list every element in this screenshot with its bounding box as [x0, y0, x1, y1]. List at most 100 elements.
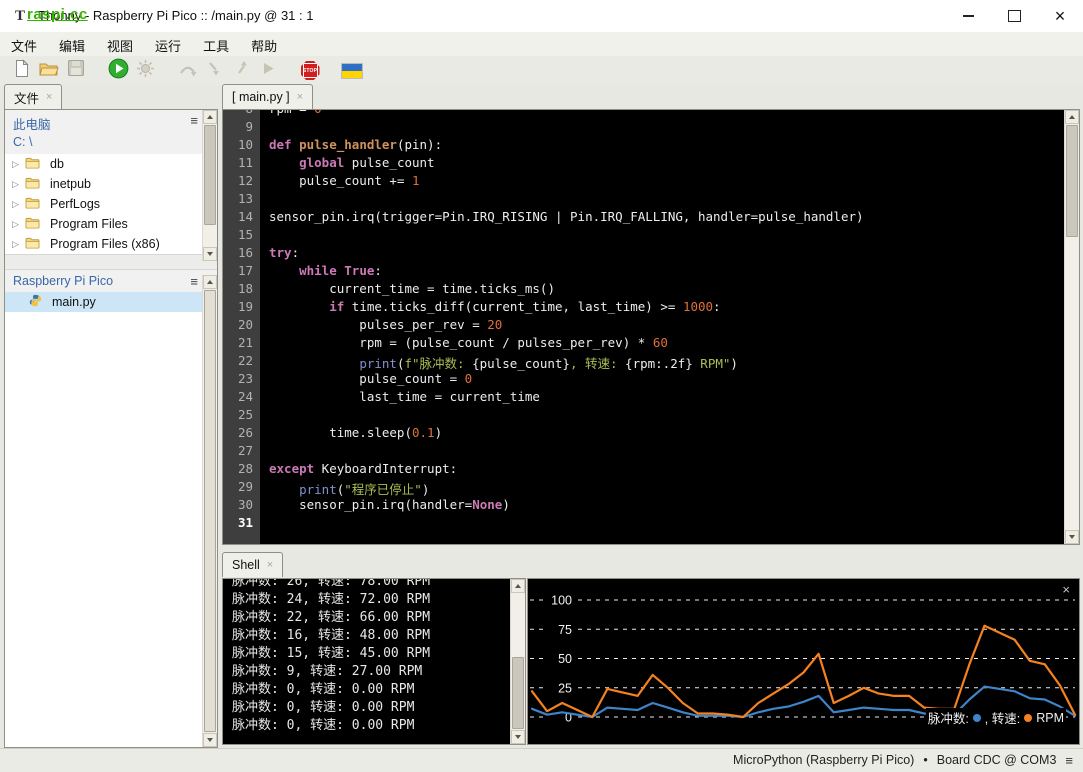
- code-line-11[interactable]: global pulse_count: [260, 155, 1063, 173]
- scroll-down-icon[interactable]: [1065, 530, 1079, 544]
- code-line-19[interactable]: if time.ticks_diff(current_time, last_ti…: [260, 299, 1063, 317]
- open-file-button[interactable]: [37, 59, 61, 83]
- code-line-14[interactable]: sensor_pin.irq(trigger=Pin.IRQ_RISING | …: [260, 209, 1063, 227]
- files-tab[interactable]: 文件 ×: [4, 84, 63, 109]
- scroll-down-icon[interactable]: [511, 730, 525, 744]
- expand-triangle-icon[interactable]: ▷: [12, 239, 25, 250]
- shell-tab[interactable]: Shell ×: [222, 552, 284, 577]
- editor-scrollbar[interactable]: [1064, 110, 1079, 544]
- folder-row-inetpub[interactable]: ▷ inetpub: [5, 174, 217, 194]
- code-line-8[interactable]: rpm = 0: [260, 110, 1063, 119]
- code-line-16[interactable]: try:: [260, 245, 1063, 263]
- current-path[interactable]: C: \: [5, 134, 217, 154]
- shell-output-line: 脉冲数: 16, 转速: 48.00 RPM: [232, 628, 431, 643]
- ukraine-flag-button[interactable]: [340, 59, 364, 83]
- line-number: 17: [237, 263, 253, 278]
- files-menu-icon[interactable]: ≡: [190, 114, 198, 127]
- code-line-13[interactable]: [260, 191, 1063, 209]
- code-line-17[interactable]: while True:: [260, 263, 1063, 281]
- plotter-panel: 0 25 50 75 100 × 脉冲数: , 转速: RPM: [527, 578, 1080, 745]
- menu-item-3[interactable]: 视图: [96, 32, 144, 59]
- folder-name: db: [50, 157, 64, 171]
- folder-row-perflogs[interactable]: ▷ PerfLogs: [5, 194, 217, 214]
- code-line-23[interactable]: pulse_count = 0: [260, 371, 1063, 389]
- shell-scrollbar-thumb[interactable]: [512, 657, 524, 729]
- step-over-button[interactable]: [175, 59, 199, 83]
- plotter-close-icon[interactable]: ×: [1062, 582, 1070, 597]
- menu-item-2[interactable]: 编辑: [48, 32, 96, 59]
- scroll-up-icon[interactable]: [203, 110, 217, 124]
- folder-row-db[interactable]: ▷ db: [5, 154, 217, 174]
- new-file-button[interactable]: [10, 58, 34, 83]
- step-out-button[interactable]: [229, 59, 253, 83]
- menu-item-1[interactable]: 文件: [0, 32, 48, 59]
- code-line-21[interactable]: rpm = (pulse_count / pulses_per_rev) * 6…: [260, 335, 1063, 353]
- editor-scrollbar-thumb[interactable]: [1066, 125, 1078, 237]
- step-into-button[interactable]: [202, 59, 226, 83]
- expand-triangle-icon[interactable]: ▷: [12, 199, 25, 210]
- files-scrollbar[interactable]: [202, 110, 217, 261]
- line-number: 14: [237, 209, 253, 224]
- code-line-12[interactable]: pulse_count += 1: [260, 173, 1063, 191]
- minimize-button[interactable]: [945, 0, 991, 32]
- code-line-30[interactable]: sensor_pin.irq(handler=None): [260, 497, 1063, 515]
- files-scrollbar-thumb[interactable]: [204, 125, 216, 225]
- scroll-up-icon[interactable]: [203, 275, 217, 289]
- code-line-26[interactable]: time.sleep(0.1): [260, 425, 1063, 443]
- toolbar: STOP: [0, 56, 1083, 85]
- line-number: 9: [245, 119, 253, 134]
- interpreter-status[interactable]: MicroPython (Raspberry Pi Pico): [733, 749, 914, 772]
- stop-restart-button[interactable]: STOP: [298, 59, 322, 83]
- code-line-29[interactable]: print("程序已停止"): [260, 479, 1063, 497]
- device-menu-icon[interactable]: ≡: [190, 275, 198, 288]
- device-header: Raspberry Pi Pico ≡: [5, 270, 217, 292]
- code-editor[interactable]: 89 10 11 12 13 14 15 16 17 18 19 20 21 22 23 24 25 26 27 28…: [222, 109, 1080, 545]
- files-tab-close-icon[interactable]: ×: [46, 91, 52, 103]
- close-button[interactable]: ×: [1037, 0, 1083, 32]
- device-scrollbar-thumb[interactable]: [204, 290, 216, 732]
- code-line-25[interactable]: [260, 407, 1063, 425]
- scroll-down-icon[interactable]: [203, 247, 217, 261]
- expand-triangle-icon[interactable]: ▷: [12, 179, 25, 190]
- shell-output[interactable]: 脉冲数: 26, 转速: 78.00 RPM 脉冲数: 24, 转速: 72.00…: [223, 579, 510, 744]
- scroll-up-icon[interactable]: [1065, 110, 1079, 124]
- code-line-27[interactable]: [260, 443, 1063, 461]
- panel-divider[interactable]: [5, 254, 217, 270]
- menu-item-6[interactable]: 帮助: [240, 32, 288, 59]
- code-line-9[interactable]: [260, 119, 1063, 137]
- resume-button[interactable]: [256, 59, 280, 83]
- port-status[interactable]: Board CDC @ COM3: [937, 749, 1057, 772]
- editor-tab-main-py[interactable]: [ main.py ] ×: [222, 84, 314, 109]
- code-line-31[interactable]: [260, 515, 1063, 533]
- window-controls: ×: [945, 0, 1083, 32]
- shell-panel[interactable]: 脉冲数: 26, 转速: 78.00 RPM 脉冲数: 24, 转速: 72.00…: [222, 578, 526, 745]
- menu-item-5[interactable]: 工具: [192, 32, 240, 59]
- scroll-up-icon[interactable]: [511, 579, 525, 593]
- editor-tab-close-icon[interactable]: ×: [297, 91, 303, 103]
- device-scrollbar[interactable]: [202, 275, 217, 747]
- code-line-15[interactable]: [260, 227, 1063, 245]
- code-line-24[interactable]: last_time = current_time: [260, 389, 1063, 407]
- device-file-main-py[interactable]: main.py: [5, 292, 217, 312]
- scroll-down-icon[interactable]: [203, 733, 217, 747]
- code-line-18[interactable]: current_time = time.ticks_ms(): [260, 281, 1063, 299]
- code-line-28[interactable]: except KeyboardInterrupt:: [260, 461, 1063, 479]
- run-script-button[interactable]: [106, 58, 130, 83]
- code-area[interactable]: rpm = 0 def pulse_handler(pin): global p…: [260, 110, 1063, 544]
- code-line-10[interactable]: def pulse_handler(pin):: [260, 137, 1063, 155]
- folder-row-program-files-x86-[interactable]: ▷ Program Files (x86): [5, 234, 217, 254]
- maximize-button[interactable]: [991, 0, 1037, 32]
- folder-icon: [25, 157, 45, 172]
- shell-tab-close-icon[interactable]: ×: [267, 559, 273, 571]
- save-file-button[interactable]: [64, 59, 88, 83]
- shell-output-line: 脉冲数: 26, 转速: 78.00 RPM: [232, 579, 431, 589]
- menu-item-4[interactable]: 运行: [144, 32, 192, 59]
- folder-row-program-files[interactable]: ▷ Program Files: [5, 214, 217, 234]
- debug-script-button[interactable]: [133, 59, 157, 83]
- statusbar-menu-icon[interactable]: ≡: [1065, 749, 1073, 772]
- expand-triangle-icon[interactable]: ▷: [12, 159, 25, 170]
- shell-scrollbar[interactable]: [510, 579, 525, 744]
- code-line-22[interactable]: print(f"脉冲数: {pulse_count}, 转速: {rpm:.2f…: [260, 353, 1063, 371]
- expand-triangle-icon[interactable]: ▷: [12, 219, 25, 230]
- code-line-20[interactable]: pulses_per_rev = 20: [260, 317, 1063, 335]
